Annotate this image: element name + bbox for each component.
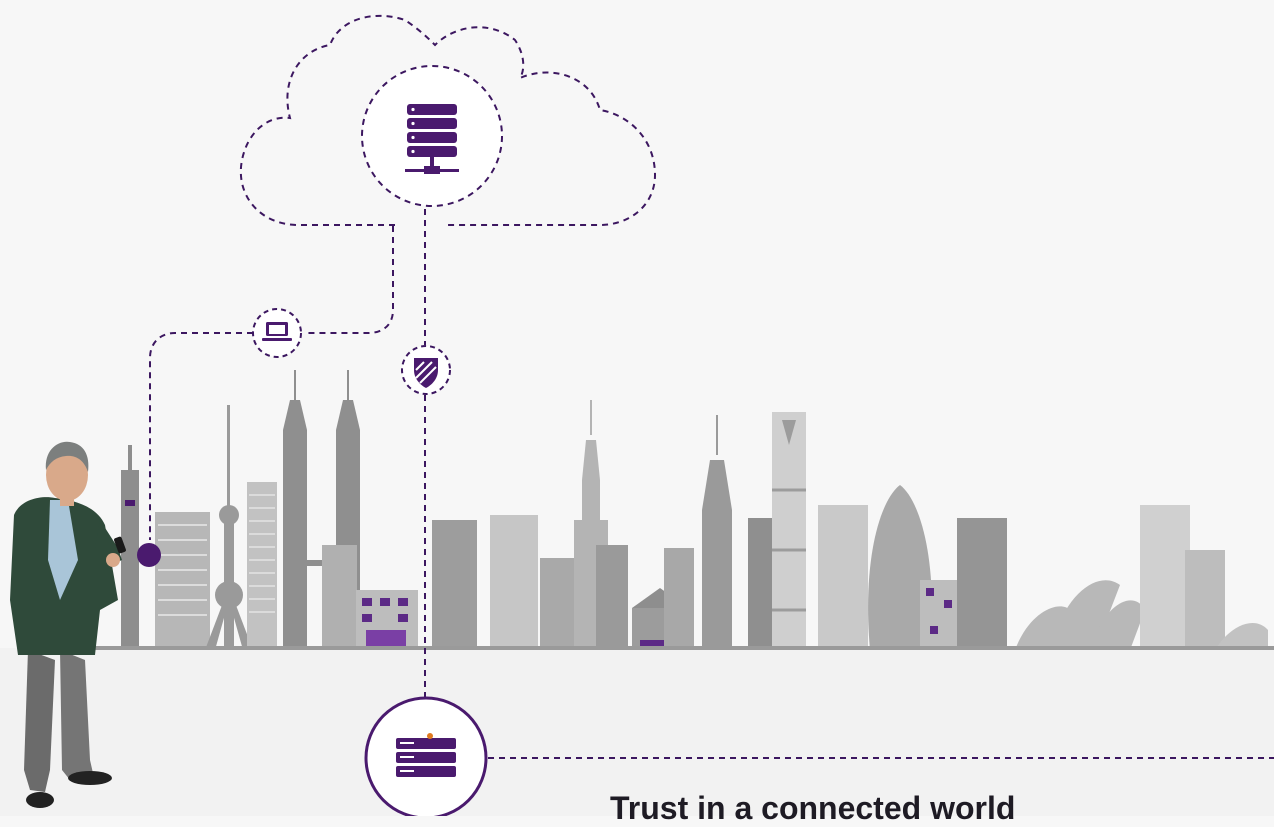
laptop-icon	[262, 322, 292, 341]
building-purple-accent	[356, 590, 418, 650]
building-office-4	[432, 520, 477, 650]
device-endpoint-dot	[137, 543, 161, 567]
appliance-node	[364, 696, 488, 816]
building-office-3	[322, 545, 357, 650]
building-office-2	[247, 482, 277, 650]
building-office-1	[155, 512, 210, 650]
shield-node	[401, 345, 451, 395]
building-swfc	[772, 412, 806, 650]
server-node	[361, 65, 503, 207]
headline: Trust in a connected world	[610, 790, 1016, 826]
city-skyline	[20, 370, 1274, 650]
building-chrysler	[702, 415, 732, 650]
hardware-appliance-icon	[396, 733, 456, 777]
building-tv-tower	[205, 405, 253, 650]
building-opera-house	[1015, 580, 1145, 650]
hero-illustration	[0, 0, 1274, 816]
laptop-node	[252, 308, 302, 358]
